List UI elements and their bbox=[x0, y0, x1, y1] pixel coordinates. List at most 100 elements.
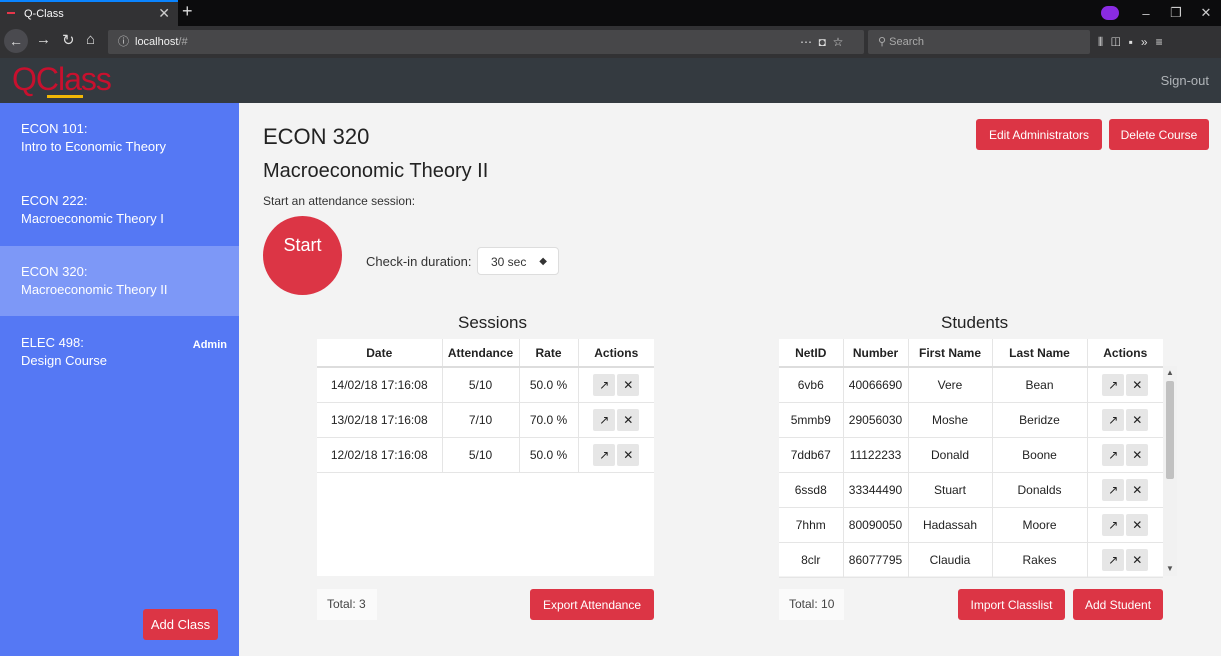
delete-session-icon[interactable]: ✕ bbox=[617, 373, 640, 396]
row-actions: ↗ ✕ bbox=[577, 402, 654, 438]
course-name-title: Macroeconomic Theory II bbox=[263, 160, 489, 182]
library-icon[interactable]: ⫴ bbox=[1098, 35, 1111, 49]
delete-student-icon[interactable]: ✕ bbox=[1126, 408, 1149, 431]
sidebar-item-econ-320[interactable]: ECON 320: Macroeconomic Theory II bbox=[0, 246, 239, 316]
row-actions: ↗ ✕ bbox=[577, 367, 654, 403]
open-session-icon[interactable]: ↗ bbox=[593, 408, 616, 431]
delete-course-button[interactable]: Delete Course bbox=[1109, 119, 1209, 150]
student-last-name: Bean bbox=[991, 367, 1087, 403]
delete-session-icon[interactable]: ✕ bbox=[617, 408, 640, 431]
delete-student-icon[interactable]: ✕ bbox=[1126, 443, 1149, 466]
home-icon[interactable]: ⌂ bbox=[86, 31, 95, 48]
open-student-icon[interactable]: ↗ bbox=[1102, 443, 1125, 466]
private-browsing-icon bbox=[1101, 6, 1119, 20]
menu-icon[interactable]: ≡ bbox=[1156, 35, 1171, 49]
back-icon[interactable]: ← bbox=[4, 29, 28, 53]
open-student-icon[interactable]: ↗ bbox=[1102, 373, 1125, 396]
new-tab-icon[interactable]: + bbox=[182, 1, 193, 22]
start-session-button[interactable]: Start bbox=[263, 216, 342, 295]
column-header[interactable]: First Name bbox=[907, 339, 992, 368]
student-number: 11122233 bbox=[842, 437, 908, 473]
app-header: QClass Sign-out bbox=[0, 58, 1221, 103]
sessions-title: Sessions bbox=[458, 313, 527, 332]
students-scrollbar[interactable]: ▲ ▼ bbox=[1163, 366, 1177, 576]
restore-icon[interactable]: ❐ bbox=[1161, 5, 1191, 21]
student-last-name: Donalds bbox=[991, 472, 1087, 508]
checkin-duration-select[interactable]: 30 sec ◆ bbox=[477, 247, 559, 275]
admin-badge: Admin bbox=[192, 339, 227, 351]
sidebar-item-econ-101[interactable]: ECON 101: Intro to Economic Theory bbox=[0, 103, 239, 173]
browser-tab[interactable]: Q-Class ✕ bbox=[0, 0, 178, 26]
sidebar-item-econ-222[interactable]: ECON 222: Macroeconomic Theory I bbox=[0, 175, 239, 245]
delete-student-icon[interactable]: ✕ bbox=[1126, 548, 1149, 571]
table-row: 12/02/18 17:16:08 5/10 50.0 % ↗ ✕ bbox=[317, 437, 654, 473]
add-class-button[interactable]: Add Class bbox=[143, 609, 218, 640]
course-code-title: ECON 320 bbox=[263, 124, 370, 149]
overflow-icon[interactable]: » bbox=[1141, 35, 1156, 49]
delete-student-icon[interactable]: ✕ bbox=[1126, 373, 1149, 396]
row-actions: ↗ ✕ bbox=[1086, 367, 1163, 403]
start-session-label: Start an attendance session: bbox=[263, 194, 416, 208]
bookmark-star-icon[interactable]: ☆ bbox=[833, 35, 844, 49]
pocket-icon[interactable]: ◘ bbox=[819, 35, 826, 49]
open-session-icon[interactable]: ↗ bbox=[593, 443, 616, 466]
delete-student-icon[interactable]: ✕ bbox=[1126, 478, 1149, 501]
open-student-icon[interactable]: ↗ bbox=[1102, 513, 1125, 536]
row-actions: ↗ ✕ bbox=[1086, 402, 1163, 438]
import-classlist-button[interactable]: Import Classlist bbox=[958, 589, 1065, 620]
close-window-icon[interactable]: ✕ bbox=[1191, 5, 1221, 21]
table-header-row: NetID Number First Name Last Name Action… bbox=[779, 339, 1163, 368]
students-panel: NetID Number First Name Last Name Action… bbox=[779, 339, 1163, 578]
column-header[interactable]: Last Name bbox=[991, 339, 1087, 368]
course-name: Macroeconomic Theory I bbox=[21, 211, 164, 226]
add-student-button[interactable]: Add Student bbox=[1073, 589, 1163, 620]
minimize-icon[interactable]: – bbox=[1131, 6, 1161, 21]
sessions-total: Total: 3 bbox=[317, 589, 377, 620]
search-bar[interactable]: ⚲ Search bbox=[868, 30, 1090, 54]
column-header[interactable]: NetID bbox=[779, 339, 843, 368]
table-row: 14/02/18 17:16:08 5/10 50.0 % ↗ ✕ bbox=[317, 367, 654, 403]
delete-session-icon[interactable]: ✕ bbox=[617, 443, 640, 466]
session-attendance: 5/10 bbox=[441, 367, 519, 403]
session-attendance: 7/10 bbox=[441, 402, 519, 438]
browser-navbar: ← → ↻ ⌂ ⓘ localhost/# ⋯ ◘ ☆ ⚲ Search ⫴◫▪»… bbox=[0, 26, 1221, 58]
extension-icon[interactable]: ▪ bbox=[1129, 35, 1141, 49]
close-tab-icon[interactable]: ✕ bbox=[158, 5, 170, 22]
open-student-icon[interactable]: ↗ bbox=[1102, 408, 1125, 431]
info-icon[interactable]: ⓘ bbox=[118, 36, 129, 48]
column-header[interactable]: Rate bbox=[518, 339, 578, 368]
delete-student-icon[interactable]: ✕ bbox=[1126, 513, 1149, 536]
scroll-down-icon[interactable]: ▼ bbox=[1166, 564, 1174, 573]
reload-icon[interactable]: ↻ bbox=[62, 31, 75, 49]
scrollbar-thumb[interactable] bbox=[1166, 381, 1174, 479]
sidebar-toggle-icon[interactable]: ◫ bbox=[1111, 35, 1129, 49]
tab-title: Q-Class bbox=[24, 8, 64, 20]
forward-icon[interactable]: → bbox=[36, 31, 51, 48]
column-header[interactable]: Date bbox=[317, 339, 442, 368]
column-header[interactable]: Number bbox=[842, 339, 908, 368]
url-actions: ⋯ ◘ ☆ bbox=[800, 30, 843, 54]
app-logo[interactable]: QClass bbox=[12, 61, 112, 98]
course-code: ECON 222: bbox=[21, 193, 88, 208]
export-attendance-button[interactable]: Export Attendance bbox=[530, 589, 654, 620]
logo-underline bbox=[47, 95, 83, 98]
student-number: 29056030 bbox=[842, 402, 908, 438]
column-header[interactable]: Attendance bbox=[441, 339, 519, 368]
open-student-icon[interactable]: ↗ bbox=[1102, 548, 1125, 571]
select-arrows-icon: ◆ bbox=[539, 256, 547, 267]
signout-link[interactable]: Sign-out bbox=[1161, 73, 1209, 88]
url-bar[interactable]: ⓘ localhost/# bbox=[108, 30, 864, 54]
student-netid: 5mmb9 bbox=[779, 402, 843, 438]
search-placeholder: Search bbox=[889, 36, 924, 48]
student-last-name: Rakes bbox=[991, 542, 1087, 578]
row-actions: ↗ ✕ bbox=[1086, 507, 1163, 543]
open-session-icon[interactable]: ↗ bbox=[593, 373, 616, 396]
edit-administrators-button[interactable]: Edit Administrators bbox=[976, 119, 1102, 150]
sidebar-item-elec-498[interactable]: ELEC 498: Design Course Admin bbox=[0, 317, 239, 387]
student-last-name: Boone bbox=[991, 437, 1087, 473]
student-number: 40066690 bbox=[842, 367, 908, 403]
scroll-up-icon[interactable]: ▲ bbox=[1166, 368, 1174, 377]
toolbar-icons: ⫴◫▪»≡ bbox=[1098, 30, 1171, 54]
page-actions-icon[interactable]: ⋯ bbox=[800, 35, 812, 49]
open-student-icon[interactable]: ↗ bbox=[1102, 478, 1125, 501]
